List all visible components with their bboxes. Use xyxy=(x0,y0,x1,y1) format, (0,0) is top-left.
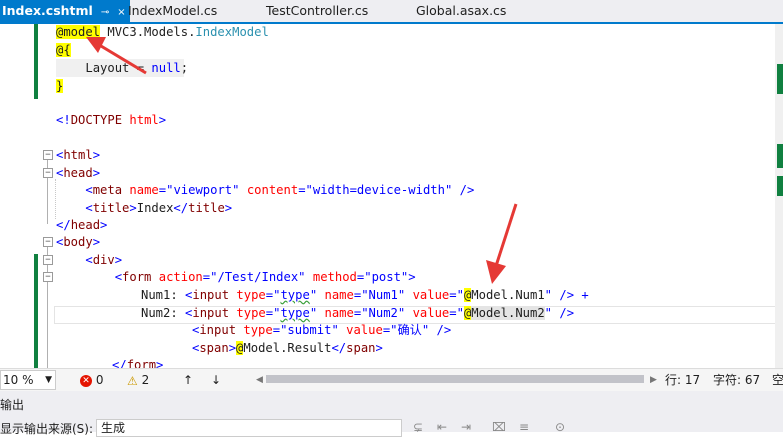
column-number: 字符: 67 xyxy=(713,373,761,387)
code-line: } xyxy=(56,79,64,93)
fold-guide xyxy=(47,247,48,368)
vertical-scrollbar[interactable] xyxy=(775,24,783,368)
code-line: <html> xyxy=(56,148,101,162)
next-issue-button[interactable]: ↓ xyxy=(211,369,221,391)
scroll-left-icon[interactable]: ◀ xyxy=(256,369,263,391)
code-line: <title>Index</title> xyxy=(85,201,233,215)
annotation-arrow xyxy=(86,37,147,75)
fold-toggle[interactable]: − xyxy=(43,168,53,178)
change-bar xyxy=(34,254,38,368)
scroll-right-icon[interactable]: ▶ xyxy=(650,369,657,391)
zoom-dropdown[interactable]: 10 % ▼ xyxy=(0,370,56,390)
tab-testcontroller-cs[interactable]: TestController.cs xyxy=(266,0,368,22)
output-panel-title: 输出 xyxy=(0,398,25,412)
change-marker xyxy=(777,64,783,94)
error-count[interactable]: ✕ 0 xyxy=(80,369,103,391)
tab-label: Index.cshtml xyxy=(2,3,93,18)
tab-label: IndexModel.cs xyxy=(128,3,218,18)
code-line: @{ xyxy=(56,43,71,57)
horizontal-scrollbar-thumb[interactable] xyxy=(266,375,644,383)
code-line: <!DOCTYPE html> xyxy=(56,113,167,127)
output-source-dropdown[interactable]: 生成 xyxy=(96,419,402,437)
fold-toggle[interactable]: − xyxy=(43,150,53,160)
change-marker xyxy=(777,176,783,196)
pin-icon[interactable]: ⊸ xyxy=(101,7,109,18)
fold-toggle[interactable]: − xyxy=(43,255,53,265)
code-line: <body> xyxy=(56,235,101,249)
code-line: </form> xyxy=(112,358,164,368)
prev-issue-button[interactable]: ↑ xyxy=(183,369,193,391)
tab-label: TestController.cs xyxy=(266,3,369,18)
code-line: <input type="submit" value="确认" /> xyxy=(192,323,452,337)
tab-index-cshtml[interactable]: Index.cshtml ⊸ × xyxy=(0,0,130,22)
whitespace-indicator: 空 xyxy=(772,373,783,387)
output-source-label: 显示输出来源(S): xyxy=(0,422,94,436)
code-line: <meta name="viewport" content="width=dev… xyxy=(85,183,475,197)
close-icon[interactable]: × xyxy=(117,7,125,18)
code-line: <head> xyxy=(56,166,101,180)
tab-global-asax-cs[interactable]: Global.asax.cs xyxy=(416,0,506,22)
warning-icon: ⚠ xyxy=(127,373,138,388)
change-marker xyxy=(777,144,783,168)
code-line: <span>@Model.Result</span> xyxy=(192,341,383,355)
code-line: </head> xyxy=(56,218,108,232)
arrow-down-icon: ↓ xyxy=(211,373,222,387)
code-editor[interactable]: − − − − − @model MVC3.Models.IndexModel … xyxy=(0,24,783,368)
code-line: Num2: <input type="type" name="Num2" val… xyxy=(141,306,575,320)
document-tab-strip: Index.cshtml ⊸ × IndexModel.cs TestControl… xyxy=(0,0,783,24)
code-line: <div> xyxy=(85,253,123,267)
arrow-up-icon: ↑ xyxy=(183,373,194,387)
tab-label: Global.asax.cs xyxy=(416,3,507,18)
line-number: 行: 17 xyxy=(665,373,701,387)
fold-toggle[interactable]: − xyxy=(43,237,53,247)
warning-count[interactable]: ⚠ 2 xyxy=(127,369,149,391)
change-bar xyxy=(34,24,38,99)
chevron-down-icon: ▼ xyxy=(45,375,52,385)
error-icon: ✕ xyxy=(80,374,92,387)
fold-toggle[interactable]: − xyxy=(43,272,53,282)
code-line: <form action="/Test/Index" method="post"… xyxy=(114,270,416,284)
annotation-arrow xyxy=(486,203,518,284)
tab-indexmodel-cs[interactable]: IndexModel.cs xyxy=(128,0,217,22)
